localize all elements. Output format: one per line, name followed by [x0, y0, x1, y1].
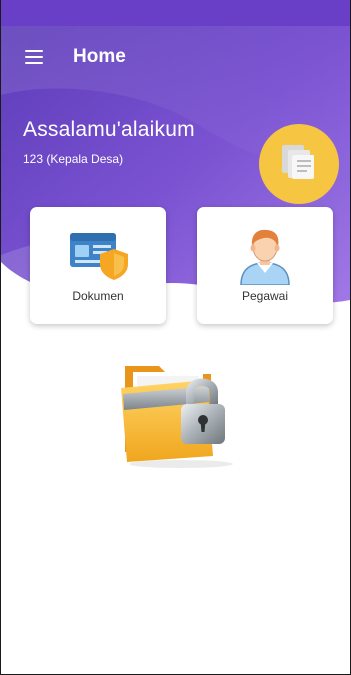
- locked-folder-icon: [111, 358, 257, 470]
- greeting-text: Assalamu'alaikum: [23, 118, 195, 141]
- phone-frame: Home Assalamu'alaikum 123 (Kepala Desa): [0, 0, 351, 675]
- document-shield-icon: [66, 227, 130, 288]
- hamburger-menu-icon[interactable]: [11, 34, 57, 80]
- user-role-text: 123 (Kepala Desa): [23, 152, 124, 166]
- employee-icon: [237, 227, 293, 290]
- dokumen-card[interactable]: Dokumen: [30, 207, 166, 324]
- app-bar: Home: [1, 26, 350, 88]
- dokumen-card-label: Dokumen: [72, 289, 124, 303]
- pegawai-card[interactable]: Pegawai: [197, 207, 333, 324]
- status-bar: [1, 0, 350, 26]
- page-title: Home: [73, 46, 126, 67]
- documents-icon: [259, 124, 339, 204]
- pegawai-card-label: Pegawai: [241, 289, 289, 303]
